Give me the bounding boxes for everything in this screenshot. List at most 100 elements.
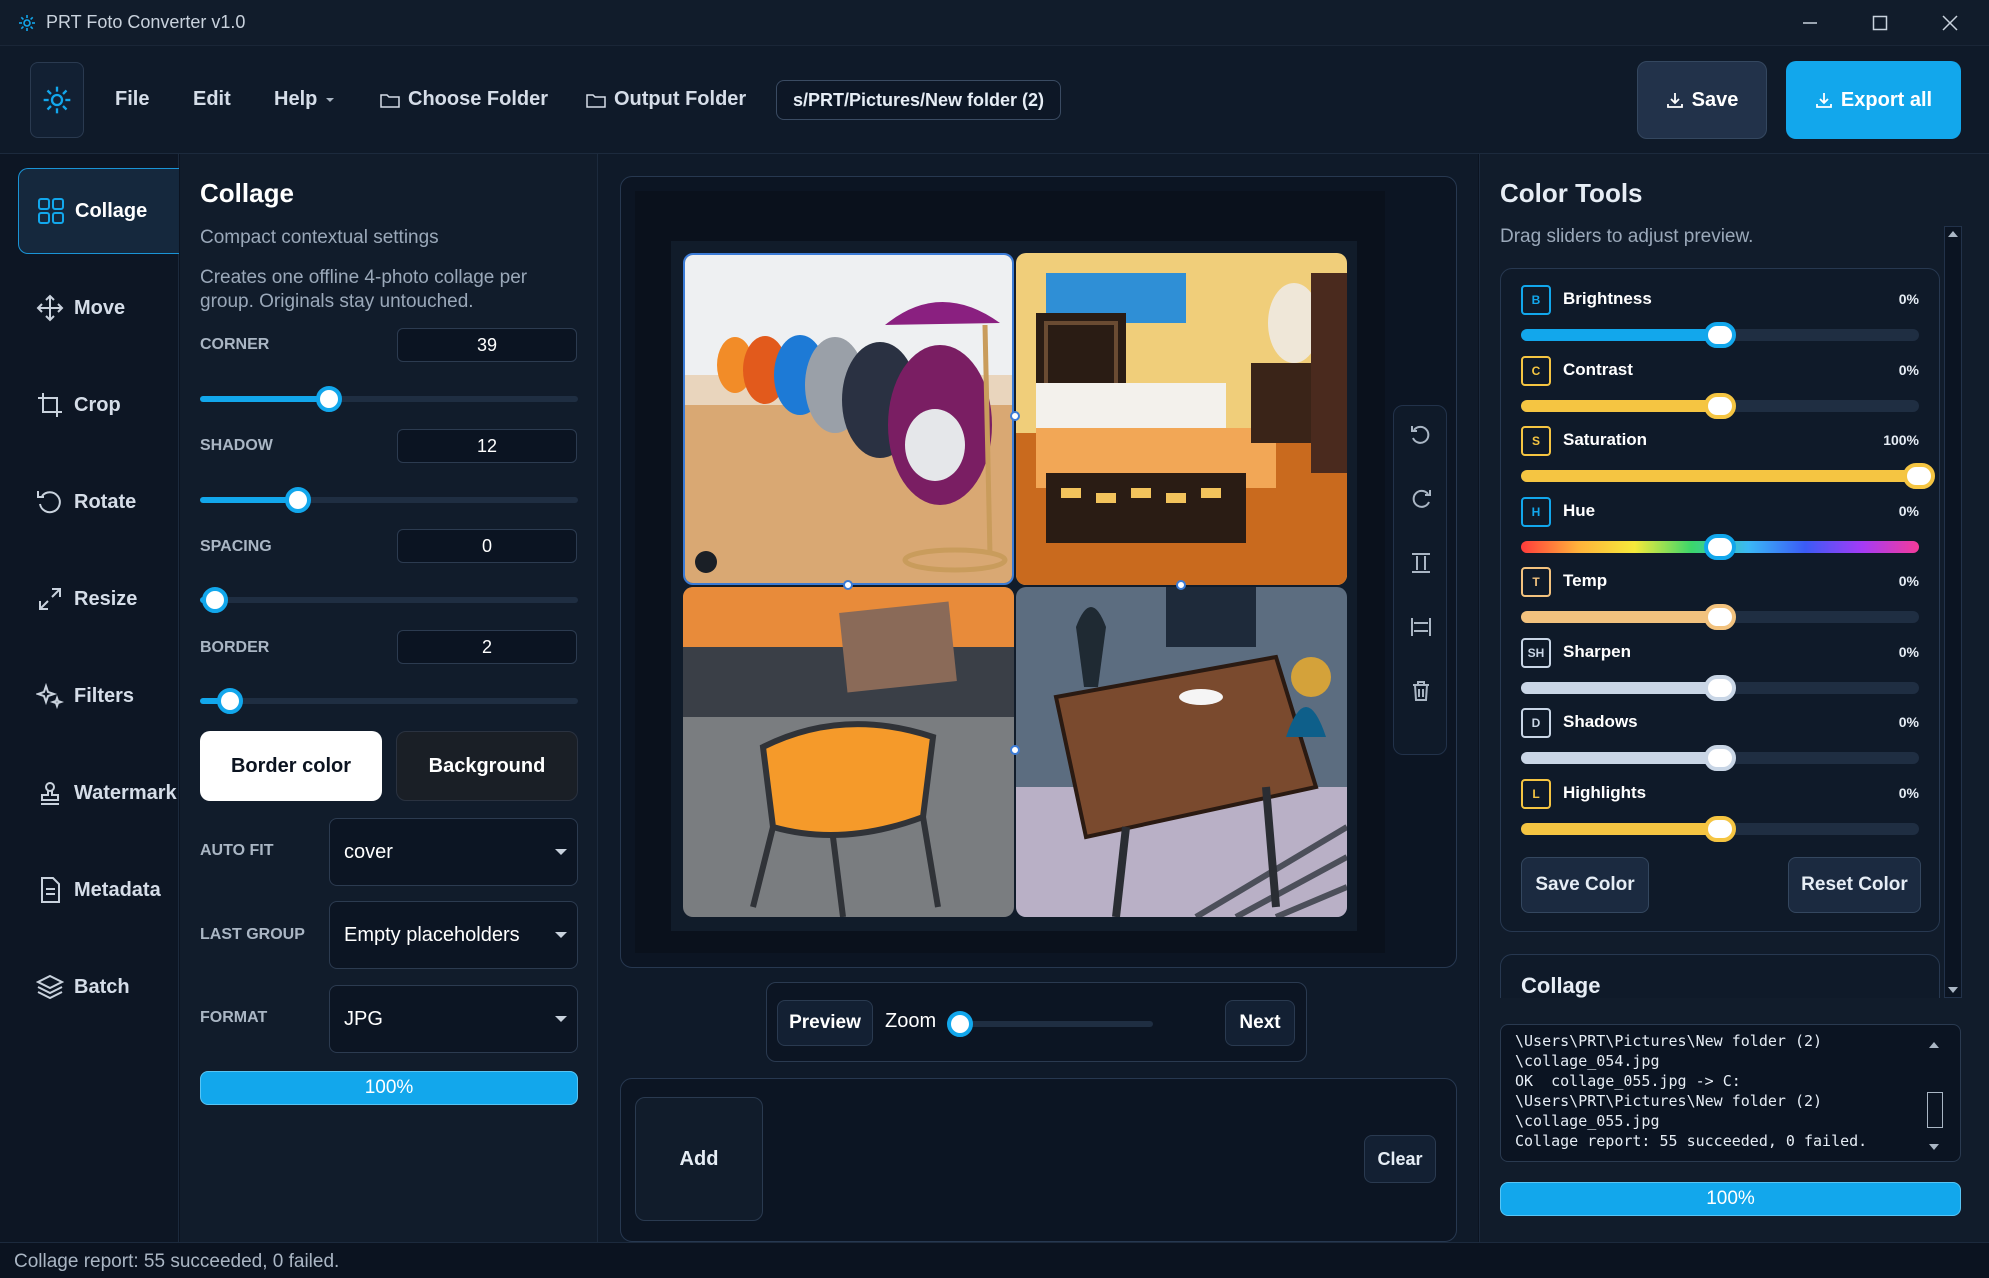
- collage-photo-3[interactable]: [683, 587, 1014, 917]
- rotate-left-icon[interactable]: [1400, 414, 1442, 456]
- resize-handle[interactable]: [1176, 580, 1186, 590]
- trash-icon[interactable]: [1400, 670, 1442, 712]
- color-slider-handle[interactable]: [1704, 674, 1736, 701]
- close-button[interactable]: [1920, 8, 1980, 38]
- reset-color-button[interactable]: Reset Color: [1788, 857, 1921, 913]
- corner-slider[interactable]: [200, 386, 578, 412]
- rotate-right-icon[interactable]: [1400, 478, 1442, 520]
- corner-input[interactable]: 39: [397, 328, 577, 362]
- output-folder-button[interactable]: Output Folder: [586, 88, 746, 111]
- menu-edit[interactable]: Edit: [193, 88, 231, 111]
- color-tools-title: Color Tools: [1500, 178, 1643, 208]
- sidebar-item-rotate[interactable]: Rotate: [18, 459, 179, 545]
- format-select[interactable]: JPG: [329, 985, 578, 1053]
- color-row-value: 0%: [1898, 573, 1919, 589]
- last-group-select[interactable]: Empty placeholders: [329, 901, 578, 969]
- folder-open-icon: [586, 92, 606, 108]
- shadow-slider-handle[interactable]: [285, 487, 312, 513]
- scroll-up-icon[interactable]: [1948, 231, 1958, 237]
- scroll-down-icon[interactable]: [1948, 987, 1958, 993]
- sidebar-item-metadata[interactable]: Metadata: [18, 847, 179, 933]
- user-icon: [695, 551, 717, 573]
- preview-button[interactable]: Preview: [777, 1000, 873, 1046]
- color-row-contrast: C Contrast 0%: [1521, 355, 1919, 419]
- corner-slider-handle[interactable]: [315, 386, 342, 412]
- scrollbar-thumb[interactable]: [1948, 251, 1958, 821]
- border-slider[interactable]: [200, 688, 578, 714]
- log-output: \Users\PRT\Pictures\New folder (2) \coll…: [1500, 1024, 1961, 1162]
- sidebar-item-crop[interactable]: Crop: [18, 362, 179, 448]
- scrollbar[interactable]: [1944, 226, 1962, 998]
- spacing-slider-handle[interactable]: [202, 587, 229, 613]
- sidebar-item-watermark[interactable]: Watermark: [18, 750, 179, 836]
- resize-handle[interactable]: [843, 580, 853, 590]
- border-input[interactable]: 2: [397, 630, 577, 664]
- color-row-label: Hue: [1563, 500, 1596, 520]
- color-slider-handle[interactable]: [1704, 745, 1736, 771]
- resize-handle[interactable]: [1010, 411, 1020, 421]
- color-slider-handle[interactable]: [1704, 815, 1736, 842]
- shadow-input[interactable]: 12: [397, 429, 577, 463]
- choose-folder-button[interactable]: Choose Folder: [380, 88, 548, 111]
- sidebar-item-label: Batch: [74, 975, 130, 998]
- background-button[interactable]: Background: [396, 731, 578, 801]
- sidebar-item-filters[interactable]: Filters: [18, 653, 179, 739]
- minimize-button[interactable]: [1780, 8, 1840, 38]
- save-color-button[interactable]: Save Color: [1521, 857, 1649, 913]
- color-row-value: 0%: [1898, 502, 1919, 519]
- menu-help[interactable]: Help: [274, 88, 335, 111]
- collage-photo-2[interactable]: [1016, 253, 1347, 585]
- border-slider-handle[interactable]: [217, 688, 244, 714]
- shadow-slider[interactable]: [200, 487, 578, 513]
- log-scrollbar[interactable]: [1925, 1036, 1945, 1154]
- path-display[interactable]: s/PRT/Pictures/New folder (2): [776, 80, 1061, 120]
- clear-button[interactable]: Clear: [1364, 1135, 1436, 1183]
- collage-photo-4[interactable]: [1016, 587, 1347, 917]
- color-slider-handle[interactable]: [1704, 604, 1736, 630]
- panel-title: Collage: [200, 178, 294, 208]
- sidebar-item-resize[interactable]: Resize: [18, 556, 179, 642]
- border-color-button[interactable]: Border color: [200, 731, 382, 801]
- menu-file[interactable]: File: [115, 88, 149, 111]
- color-slider-handle[interactable]: [1704, 533, 1736, 560]
- color-row-label: Shadows: [1563, 712, 1638, 731]
- caret-down-icon: [555, 932, 567, 938]
- collage-photo-1[interactable]: [683, 253, 1014, 585]
- auto-fit-select[interactable]: cover: [329, 818, 578, 886]
- log-scrollbar-thumb[interactable]: [1927, 1092, 1943, 1128]
- scroll-down-icon[interactable]: [1929, 1144, 1939, 1150]
- maximize-button[interactable]: [1850, 8, 1910, 38]
- export-all-button[interactable]: Export all: [1786, 61, 1961, 139]
- sidebar-item-label: Collage: [75, 199, 148, 222]
- sidebar-item-move[interactable]: Move: [18, 265, 179, 351]
- file-drop-area[interactable]: Add Clear: [620, 1078, 1457, 1242]
- color-slider-handle[interactable]: [1704, 322, 1736, 348]
- color-slider-handle[interactable]: [1704, 392, 1736, 419]
- color-badge: SH: [1521, 637, 1551, 668]
- zoom-slider-handle[interactable]: [947, 1011, 973, 1037]
- sidebar-item-batch[interactable]: Batch: [18, 944, 179, 1030]
- color-slider-fill: [1521, 611, 1720, 623]
- sidebar-item-collage[interactable]: Collage: [18, 168, 179, 254]
- color-row-value: 0%: [1898, 714, 1919, 730]
- zoom-slider[interactable]: [947, 1011, 1153, 1037]
- spacing-label: SPACING: [200, 538, 272, 555]
- collage-section-header[interactable]: Collage: [1500, 954, 1940, 998]
- status-bar: Collage report: 55 succeeded, 0 failed.: [0, 1242, 1989, 1278]
- resize-handle[interactable]: [1010, 745, 1020, 755]
- flip-horizontal-icon[interactable]: [1400, 606, 1442, 648]
- spacing-slider[interactable]: [200, 587, 578, 613]
- save-button[interactable]: Save: [1637, 61, 1767, 139]
- color-slider[interactable]: [1521, 470, 1919, 482]
- add-button[interactable]: Add: [635, 1097, 763, 1221]
- spacing-input[interactable]: 0: [397, 529, 577, 563]
- collage-preview[interactable]: [671, 241, 1357, 931]
- next-button[interactable]: Next: [1225, 1000, 1295, 1046]
- scroll-up-icon[interactable]: [1929, 1042, 1939, 1048]
- color-card: B Brightness 0% C Contrast 0% S Saturation 100% H…: [1500, 268, 1940, 932]
- title-bar: PRT Foto Converter v1.0: [0, 0, 1989, 46]
- color-slider-handle[interactable]: [1903, 463, 1935, 489]
- flip-vertical-icon[interactable]: [1400, 542, 1442, 584]
- color-tools-panel: Color Tools Drag sliders to adjust previ…: [1479, 154, 1989, 1242]
- color-badge: B: [1521, 285, 1551, 315]
